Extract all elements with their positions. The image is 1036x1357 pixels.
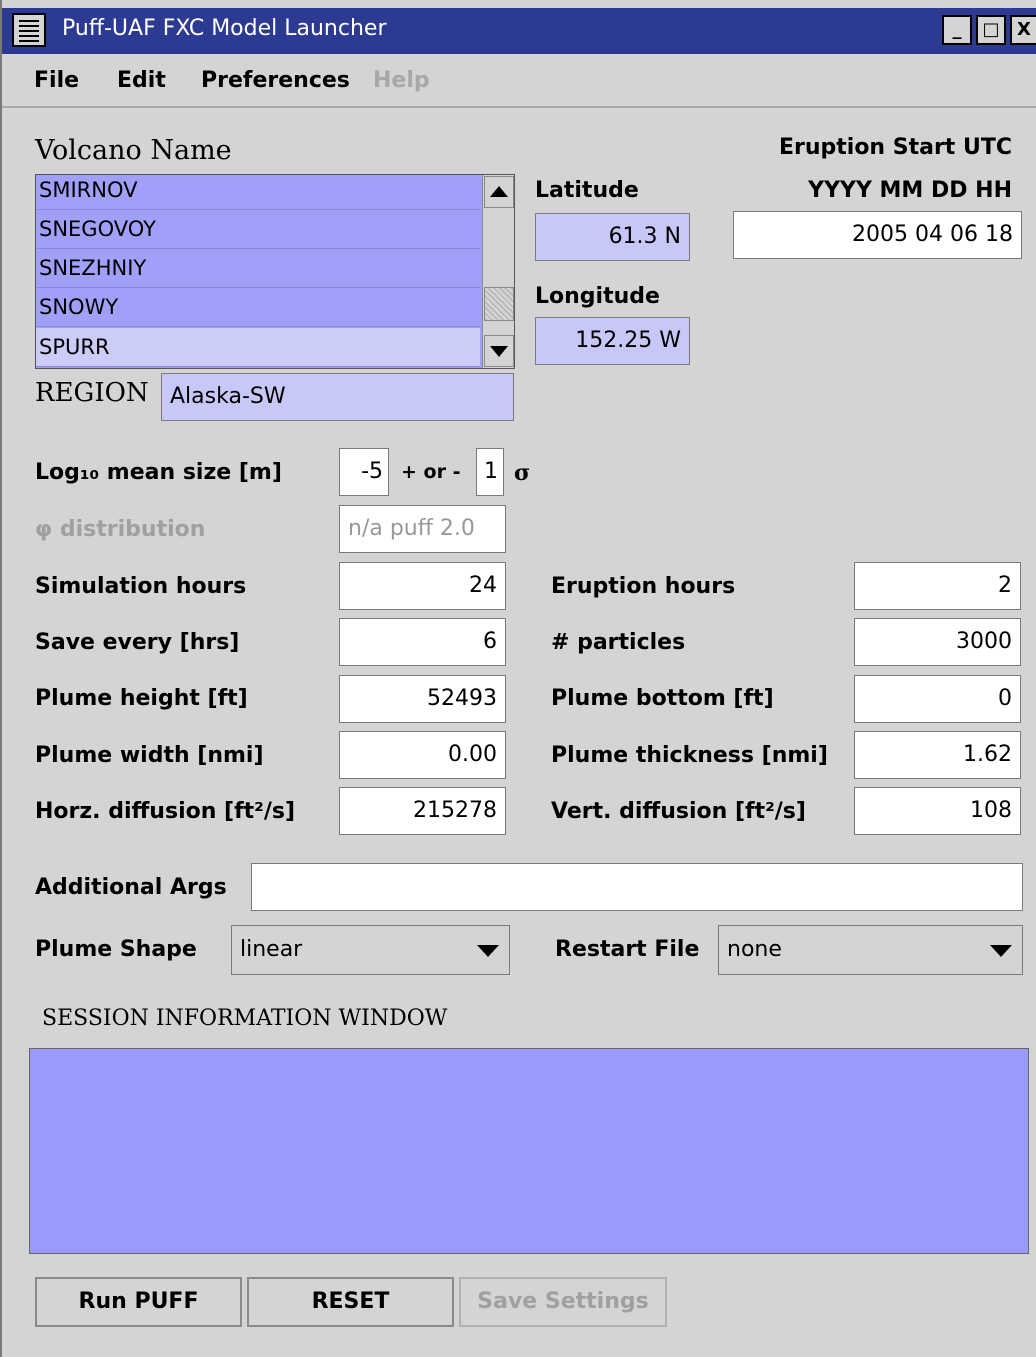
app-window: Puff-UAF FXC Model Launcher _ □ X File E… xyxy=(0,0,1036,1357)
menu-preferences[interactable]: Preferences xyxy=(201,68,350,93)
chevron-down-icon xyxy=(477,945,499,957)
plume-height-label: Plume height [ft] xyxy=(35,686,248,711)
session-info-window[interactable] xyxy=(29,1048,1029,1254)
run-puff-button[interactable]: Run PUFF xyxy=(35,1277,242,1327)
plume-height-field[interactable]: 52493 xyxy=(339,675,506,723)
longitude-field[interactable]: 152.25 W xyxy=(535,317,690,365)
region-label: REGION xyxy=(35,378,149,408)
arrow-up-icon xyxy=(490,186,508,197)
particles-label: # particles xyxy=(551,630,686,655)
particles-field[interactable]: 3000 xyxy=(854,618,1021,666)
list-item[interactable]: SNEGOVOY xyxy=(36,210,480,249)
plume-width-label: Plume width [nmi] xyxy=(35,743,264,768)
plus-minus-label: + or - xyxy=(401,461,461,483)
window-title: Puff-UAF FXC Model Launcher xyxy=(62,16,387,41)
list-item[interactable]: SNEZHNIY xyxy=(36,249,480,288)
volcano-list-scrollbar[interactable] xyxy=(482,175,514,368)
phi-distribution-field[interactable]: n/a puff 2.0 xyxy=(339,505,506,553)
latitude-label: Latitude xyxy=(535,178,639,203)
sigma-field[interactable]: 1 xyxy=(476,448,504,496)
vert-diffusion-field[interactable]: 108 xyxy=(854,787,1021,835)
restart-file-label: Restart File xyxy=(555,937,700,962)
latitude-field[interactable]: 61.3 N xyxy=(535,213,690,261)
eruption-start-label: Eruption Start UTC xyxy=(778,135,1012,160)
menu-edit[interactable]: Edit xyxy=(117,68,166,93)
plume-thickness-label: Plume thickness [nmi] xyxy=(551,743,828,768)
simulation-hours-field[interactable]: 24 xyxy=(339,562,506,610)
eruption-hours-label: Eruption hours xyxy=(551,574,736,599)
restart-file-value: none xyxy=(727,937,782,962)
close-button[interactable]: X xyxy=(1010,15,1036,45)
plume-width-field[interactable]: 0.00 xyxy=(339,731,506,779)
eruption-start-format: YYYY MM DD HH xyxy=(808,178,1012,203)
log-mean-size-label: Log₁₀ mean size [m] xyxy=(35,460,282,485)
menu-help[interactable]: Help xyxy=(373,68,430,93)
session-info-label: SESSION INFORMATION WINDOW xyxy=(42,1006,448,1031)
sigma-symbol: σ xyxy=(514,460,531,486)
vert-diffusion-label: Vert. diffusion [ft²/s] xyxy=(551,799,806,824)
horz-diffusion-field[interactable]: 215278 xyxy=(339,787,506,835)
reset-button[interactable]: RESET xyxy=(247,1277,454,1327)
eruption-hours-field[interactable]: 2 xyxy=(854,562,1021,610)
plume-bottom-label: Plume bottom [ft] xyxy=(551,686,774,711)
plume-thickness-field[interactable]: 1.62 xyxy=(854,731,1021,779)
list-item[interactable]: SNOWY xyxy=(36,288,480,327)
list-item-selected[interactable]: SPURR xyxy=(36,328,480,367)
menu-file[interactable]: File xyxy=(34,68,79,93)
restart-file-select[interactable]: none xyxy=(718,925,1023,975)
plume-shape-select[interactable]: linear xyxy=(231,925,510,975)
additional-args-label: Additional Args xyxy=(35,875,227,900)
log-mean-size-field[interactable]: -5 xyxy=(339,448,389,496)
phi-distribution-label: φ distribution xyxy=(35,517,206,542)
maximize-button[interactable]: □ xyxy=(976,15,1006,45)
longitude-label: Longitude xyxy=(535,284,660,309)
horz-diffusion-label: Horz. diffusion [ft²/s] xyxy=(35,799,296,824)
volcano-list[interactable]: SMIRNOV SNEGOVOY SNEZHNIY SNOWY SPURR xyxy=(35,174,515,369)
chevron-down-icon xyxy=(990,945,1012,957)
region-field[interactable]: Alaska-SW xyxy=(161,373,514,421)
volcano-name-label: Volcano Name xyxy=(35,135,232,166)
save-every-label: Save every [hrs] xyxy=(35,630,240,655)
scroll-thumb[interactable] xyxy=(484,287,514,321)
window-menu-icon[interactable] xyxy=(12,13,46,47)
plume-shape-value: linear xyxy=(240,937,303,962)
scroll-up-button[interactable] xyxy=(484,176,514,208)
plume-bottom-field[interactable]: 0 xyxy=(854,675,1021,723)
arrow-down-icon xyxy=(490,346,508,357)
plume-shape-label: Plume Shape xyxy=(35,937,197,962)
eruption-start-field[interactable]: 2005 04 06 18 xyxy=(733,211,1022,259)
save-settings-button[interactable]: Save Settings xyxy=(459,1277,667,1327)
list-item[interactable]: SMIRNOV xyxy=(36,175,480,210)
save-every-field[interactable]: 6 xyxy=(339,618,506,666)
simulation-hours-label: Simulation hours xyxy=(35,574,247,599)
additional-args-field[interactable] xyxy=(251,863,1023,911)
scroll-down-button[interactable] xyxy=(484,335,514,367)
minimize-button[interactable]: _ xyxy=(942,15,972,45)
